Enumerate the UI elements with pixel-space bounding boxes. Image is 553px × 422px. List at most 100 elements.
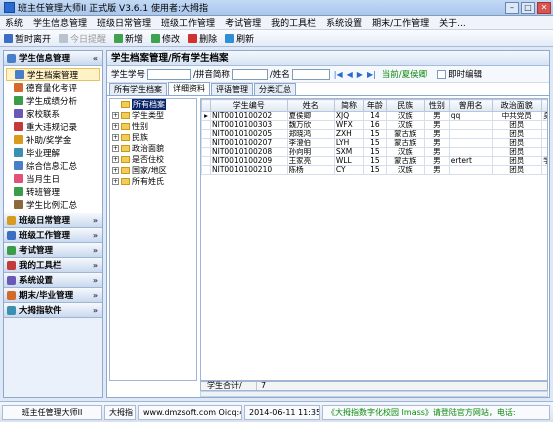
menu-system[interactable]: 系统 xyxy=(0,16,28,29)
menu-settings[interactable]: 系统设置 xyxy=(321,16,367,29)
menu-term-end[interactable]: 期末/工作管理 xyxy=(367,16,434,29)
table-cell[interactable]: 身份证 xyxy=(541,111,547,121)
table-cell[interactable]: 团员 xyxy=(491,147,543,157)
table-cell[interactable]: 男 xyxy=(423,147,450,157)
expand-icon[interactable]: + xyxy=(112,123,119,130)
table-cell[interactable]: 蒙古族 xyxy=(385,156,425,166)
table-cell[interactable] xyxy=(541,120,547,130)
table-cell[interactable] xyxy=(541,147,547,157)
table-cell[interactable]: 陈杨 xyxy=(286,165,335,175)
table-cell[interactable]: 团员 xyxy=(491,120,543,130)
pinyin-input[interactable] xyxy=(231,68,268,80)
table-cell[interactable]: 男 xyxy=(423,156,450,166)
table-cell[interactable] xyxy=(541,138,547,148)
today-reminder-button[interactable]: 今日提醒 xyxy=(59,32,106,45)
current-student-link[interactable]: 当前/夏侯卿 xyxy=(382,68,427,80)
table-cell[interactable]: 蒙古族 xyxy=(385,129,425,139)
edit-button[interactable]: 修改 xyxy=(151,32,180,45)
tab-details[interactable]: 详细资料 xyxy=(168,82,210,95)
table-cell[interactable] xyxy=(448,165,493,175)
table-cell[interactable]: NIT0010100205 xyxy=(210,129,288,139)
table-cell[interactable]: CY xyxy=(333,165,365,175)
expand-icon[interactable]: + xyxy=(112,145,119,152)
table-cell[interactable]: NIT0010100202 xyxy=(210,111,288,121)
add-button[interactable]: 新增 xyxy=(114,32,143,45)
table-cell[interactable]: ertert xyxy=(448,156,493,166)
column-header[interactable]: 年龄 xyxy=(363,99,387,112)
expand-icon[interactable]: + xyxy=(112,112,119,119)
table-cell[interactable] xyxy=(448,138,493,148)
table-cell[interactable]: WLL xyxy=(333,156,365,166)
table-cell[interactable]: 男 xyxy=(423,138,450,148)
table-cell[interactable]: 汉族 xyxy=(385,120,425,130)
instant-edit-checkbox[interactable] xyxy=(437,69,447,79)
menu-my-toolbar[interactable]: 我的工具栏 xyxy=(266,16,321,29)
student-id-input[interactable] xyxy=(147,68,192,80)
tree-node[interactable]: + 是否住校 xyxy=(110,154,196,165)
table-cell[interactable] xyxy=(448,120,493,130)
close-button[interactable]: ✕ xyxy=(537,1,551,14)
maximize-button[interactable]: □ xyxy=(521,1,535,14)
table-cell[interactable] xyxy=(448,129,493,139)
sidebar-item[interactable]: 补助/奖学金 xyxy=(4,133,102,146)
tree-node[interactable]: 所有档案 xyxy=(110,99,196,110)
table-cell[interactable]: 团员 xyxy=(491,156,543,166)
table-cell[interactable]: 中共党员 xyxy=(491,111,543,121)
table-cell[interactable] xyxy=(541,129,547,139)
sidebar-item[interactable]: 毕业理解 xyxy=(4,146,102,159)
column-header[interactable]: 性别 xyxy=(423,99,450,112)
table-cell[interactable]: 15 xyxy=(363,165,387,175)
column-header[interactable]: 政治面貌 xyxy=(491,99,543,112)
menu-class-work[interactable]: 班级工作管理 xyxy=(156,16,220,29)
table-row[interactable]: NIT0010100303 魏万欣 WFX 16 汉族男 团员 xyxy=(201,120,547,130)
table-cell[interactable]: 15 xyxy=(363,138,387,148)
sidebar-item[interactable]: 德育量化考评 xyxy=(4,81,102,94)
column-header[interactable]: 曾用名 xyxy=(448,99,493,112)
expand-icon[interactable]: + xyxy=(112,178,119,185)
tab-comments[interactable]: 评语管理 xyxy=(211,83,253,95)
table-cell[interactable]: 汉族 xyxy=(385,111,425,121)
table-cell[interactable]: 李澄伯 xyxy=(286,138,335,148)
tree-node[interactable]: + 政治面貌 xyxy=(110,143,196,154)
tree-node[interactable]: + 国家/地区 xyxy=(110,165,196,176)
table-cell[interactable]: 郑晓鸿 xyxy=(286,129,335,139)
expand-icon[interactable]: + xyxy=(112,156,119,163)
menu-class-daily[interactable]: 班级日常管理 xyxy=(92,16,156,29)
table-row[interactable]: NIT0010100207 李澄伯 LYH 15 蒙古族男 团员 xyxy=(201,138,547,148)
column-header[interactable]: 证件类型 xyxy=(541,99,547,112)
table-cell[interactable]: 16 xyxy=(363,120,387,130)
table-row[interactable]: NIT0010100209王家亮WLL15蒙古族男ertert团员学生证 xyxy=(201,156,547,166)
sidebar-item[interactable]: 转班管理 xyxy=(4,185,102,198)
table-cell[interactable]: ZXH xyxy=(333,129,365,139)
table-row[interactable]: NIT0010100208 孙向明 SXM 15 汉族男 团员 xyxy=(201,147,547,157)
sidebar-group[interactable]: 班级日常管理 » xyxy=(4,213,102,228)
table-cell[interactable]: XJQ xyxy=(333,111,365,121)
menu-exam[interactable]: 考试管理 xyxy=(220,16,266,29)
last-record-icon[interactable]: ▶| xyxy=(367,70,376,79)
refresh-button[interactable]: 刷新 xyxy=(225,32,254,45)
table-cell[interactable]: NIT0010100209 xyxy=(210,156,288,166)
column-header[interactable]: 简称 xyxy=(333,99,365,112)
table-cell[interactable]: 孙向明 xyxy=(286,147,335,157)
table-cell[interactable]: 15 xyxy=(363,156,387,166)
table-cell[interactable]: 团员 xyxy=(491,165,543,175)
name-input[interactable] xyxy=(291,68,330,80)
sidebar-item[interactable]: 综合信息汇总 xyxy=(4,159,102,172)
table-cell[interactable]: 汉族 xyxy=(385,165,425,175)
sidebar-item[interactable]: 当月生日 xyxy=(4,172,102,185)
first-record-icon[interactable]: |◀ xyxy=(334,70,343,79)
table-cell[interactable]: NIT0010100208 xyxy=(210,147,288,157)
expand-icon[interactable]: + xyxy=(112,167,119,174)
horizontal-scrollbar[interactable] xyxy=(200,391,548,397)
table-cell[interactable]: 汉族 xyxy=(385,147,425,157)
table-cell[interactable]: LYH xyxy=(333,138,365,148)
table-cell[interactable]: 14 xyxy=(363,111,387,121)
sidebar-group[interactable]: 班级工作管理 » xyxy=(4,228,102,243)
table-cell[interactable]: 男 xyxy=(423,165,450,175)
column-header[interactable]: 学生编号 xyxy=(210,99,288,112)
column-header[interactable]: 姓名 xyxy=(286,99,335,112)
table-cell[interactable]: 王家亮 xyxy=(286,156,335,166)
sidebar-group[interactable]: 考试管理 » xyxy=(4,243,102,258)
sidebar-group[interactable]: 我的工具栏 » xyxy=(4,258,102,273)
sidebar-item[interactable]: 学生比例汇总 xyxy=(4,198,102,211)
